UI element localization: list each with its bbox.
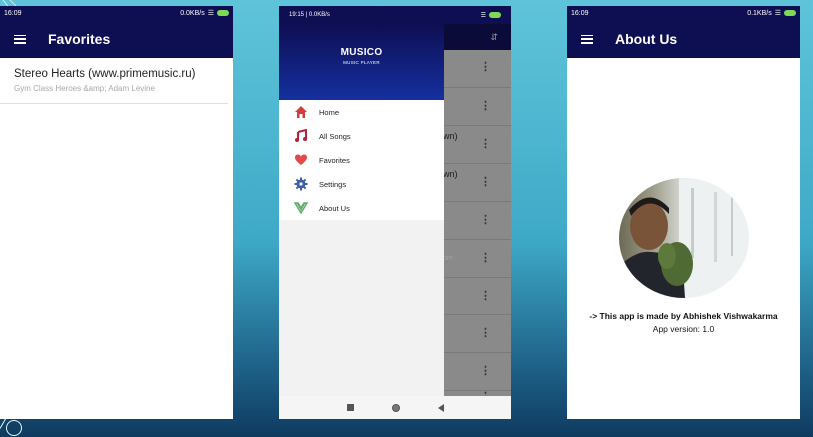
back-button[interactable] xyxy=(437,403,444,412)
more-options-icon[interactable]: ⋮ xyxy=(480,364,491,377)
credits-text: -> This app is made by Abhishek Vishwaka… xyxy=(589,311,778,321)
about-us-screen: 16:09 0.1KB/s ☰ About Us -> This app is … xyxy=(567,6,800,419)
hamburger-menu-icon[interactable] xyxy=(581,34,593,44)
drawer-item-all-songs[interactable]: All Songs xyxy=(279,124,444,148)
more-options-icon[interactable]: ⋮ xyxy=(480,137,491,150)
developer-photo xyxy=(619,178,749,298)
favorites-screen: 16:09 0.0KB/s ☰ Favorites Stereo Hearts … xyxy=(0,6,233,419)
favorite-song-item[interactable]: Stereo Hearts (www.primemusic.ru) Gym Cl… xyxy=(0,58,228,104)
drawer-header: MUSICO MUSIC PLAYER xyxy=(279,24,444,100)
status-time: 16:09 xyxy=(571,9,589,17)
drawer-item-label: Favorites xyxy=(319,155,350,165)
more-options-icon[interactable]: ⋮ xyxy=(480,60,491,73)
status-indicators: 0.0KB/s ☰ xyxy=(180,9,229,17)
more-options-icon[interactable]: ⋮ xyxy=(480,99,491,112)
gear-icon xyxy=(294,177,308,191)
drawer-item-label: Settings xyxy=(319,179,347,189)
more-options-icon[interactable]: ⋮ xyxy=(480,213,491,226)
battery-icon xyxy=(217,10,229,16)
song-artist-fragment: om xyxy=(443,255,453,262)
drawer-item-about-us[interactable]: About Us xyxy=(279,196,444,220)
drawer-item-label: All Songs xyxy=(319,131,351,141)
more-options-icon[interactable]: ⋮ xyxy=(480,175,491,188)
more-options-icon[interactable]: ⋮ xyxy=(480,289,491,302)
drawer-item-label: About Us xyxy=(319,203,350,213)
home-button[interactable] xyxy=(391,403,400,412)
drawer-menu: Home All Songs Favorites Settings About … xyxy=(279,100,444,220)
app-bar: About Us xyxy=(567,20,800,58)
wifi-icon: ☰ xyxy=(207,10,214,17)
more-options-icon[interactable]: ⋮ xyxy=(480,326,491,339)
shield-logo-icon xyxy=(293,201,309,215)
battery-icon xyxy=(489,12,501,18)
sort-icon[interactable]: ⇵ xyxy=(490,32,498,43)
decorative-circle xyxy=(6,420,22,436)
home-icon xyxy=(294,105,308,119)
navigation-drawer-screen: 19:15 | 0.0KB/s ☰ ⇵ ⋮ ⋮ wn) ⋮ wn) ⋮ ⋮ om ⋮ … xyxy=(279,6,511,419)
drawer-item-favorites[interactable]: Favorites xyxy=(279,148,444,172)
app-tagline: MUSIC PLAYER xyxy=(343,60,380,65)
status-time: 16:09 xyxy=(4,9,22,17)
page-title: About Us xyxy=(615,31,678,47)
hamburger-menu-icon[interactable] xyxy=(14,34,26,44)
system-navigation-bar xyxy=(279,396,511,419)
status-time: 19:15 | 0.0KB/s xyxy=(289,12,330,18)
drawer-item-settings[interactable]: Settings xyxy=(279,172,444,196)
recents-button[interactable] xyxy=(346,404,354,411)
app-bar: Favorites xyxy=(0,20,233,58)
song-title-fragment: wn) xyxy=(443,169,458,179)
navigation-drawer: MUSICO MUSIC PLAYER Home All Songs Favor… xyxy=(279,24,444,396)
song-title-fragment: wn) xyxy=(443,131,458,141)
app-name: MUSICO xyxy=(340,47,383,58)
song-artist: Gym Class Heroes &amp; Adam Levine xyxy=(14,84,155,93)
network-speed: 0.1KB/s xyxy=(747,9,772,17)
heart-icon xyxy=(294,153,308,167)
wifi-icon: ☰ xyxy=(774,10,781,17)
battery-icon xyxy=(784,10,796,16)
wifi-icon: ☰ xyxy=(480,12,486,19)
status-bar: 16:09 0.0KB/s ☰ xyxy=(0,6,233,20)
page-title: Favorites xyxy=(48,31,111,47)
status-bar: 19:15 | 0.0KB/s ☰ xyxy=(279,6,511,24)
app-version: App version: 1.0 xyxy=(652,324,715,334)
more-options-icon[interactable]: ⋮ xyxy=(480,251,491,264)
drawer-item-home[interactable]: Home xyxy=(279,100,444,124)
status-bar: 16:09 0.1KB/s ☰ xyxy=(567,6,800,20)
status-indicators: 0.1KB/s ☰ xyxy=(747,9,796,17)
status-indicators: ☰ xyxy=(481,12,501,19)
song-title: Stereo Hearts (www.primemusic.ru) xyxy=(14,68,196,80)
network-speed: 0.0KB/s xyxy=(180,9,205,17)
music-note-icon xyxy=(294,128,308,143)
drawer-item-label: Home xyxy=(319,107,340,117)
